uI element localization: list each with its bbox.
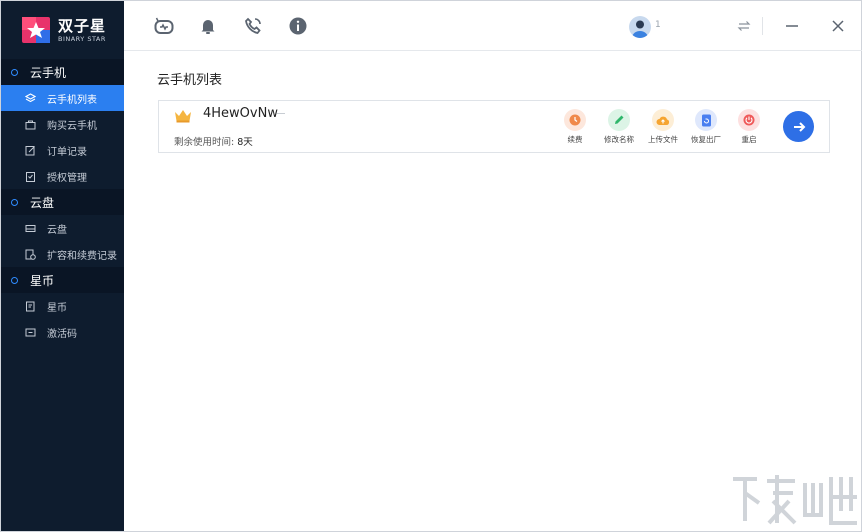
reboot-button[interactable]: 重启 bbox=[727, 109, 771, 145]
reboot-label: 重启 bbox=[741, 135, 757, 144]
bell-icon[interactable] bbox=[197, 15, 219, 37]
device-name: 4HewOvNw bbox=[203, 106, 278, 121]
clipboard-icon bbox=[25, 171, 36, 182]
factory-reset-button[interactable]: 恢复出厂 bbox=[684, 109, 728, 145]
coin-doc-icon bbox=[25, 301, 36, 312]
remaining-time-label: 剩余使用时间: bbox=[174, 137, 235, 148]
factory-reset-label: 恢复出厂 bbox=[691, 135, 721, 144]
page-title: 云手机列表 bbox=[157, 73, 223, 88]
sidebar-item-expansion-records[interactable]: 扩容和续费记录 bbox=[1, 241, 124, 267]
cloud-upload-icon bbox=[652, 109, 674, 131]
power-icon bbox=[738, 109, 760, 131]
close-button[interactable] bbox=[827, 15, 849, 37]
bag-icon bbox=[25, 119, 36, 130]
main-content: 云手机列表 4HewOvNw 剩余使用时间: 8天 续费 修改名称 上传文件 恢… bbox=[124, 52, 862, 531]
app-logo: 双子星 BINARY STAR bbox=[1, 1, 124, 59]
section-star-coin[interactable]: 星币 bbox=[1, 267, 124, 293]
edit-icon bbox=[25, 145, 36, 156]
section-dot-icon bbox=[11, 68, 18, 76]
sidebar-item-label: 星币 bbox=[47, 302, 67, 314]
rename-button[interactable]: 修改名称 bbox=[597, 109, 641, 145]
toolbar-divider bbox=[762, 17, 763, 35]
crown-icon bbox=[174, 109, 192, 126]
device-name-edit-mark bbox=[277, 113, 285, 114]
user-badge: 1 bbox=[655, 20, 661, 30]
section-label: 云手机 bbox=[30, 65, 67, 80]
user-avatar[interactable] bbox=[629, 16, 651, 38]
sidebar-item-buy-cloud-phone[interactable]: 购买云手机 bbox=[1, 111, 124, 137]
drive-icon bbox=[25, 223, 36, 234]
remaining-time: 剩余使用时间: 8天 bbox=[174, 134, 253, 148]
section-cloud-disk[interactable]: 云盘 bbox=[1, 189, 124, 215]
sidebar-item-order-records[interactable]: 订单记录 bbox=[1, 137, 124, 163]
renew-icon bbox=[564, 109, 586, 131]
sidebar-item-cloud-phone-list[interactable]: 云手机列表 bbox=[1, 85, 124, 111]
section-label: 云盘 bbox=[30, 195, 55, 210]
sidebar-item-cloud-disk[interactable]: 云盘 bbox=[1, 215, 124, 241]
section-dot-icon bbox=[11, 276, 18, 284]
rename-label: 修改名称 bbox=[604, 135, 634, 144]
record-icon bbox=[25, 249, 36, 260]
sidebar-item-label: 订单记录 bbox=[47, 146, 87, 158]
pencil-icon bbox=[608, 109, 630, 131]
top-toolbar: 1 bbox=[124, 1, 862, 51]
sidebar-item-star-coin[interactable]: 星币 bbox=[1, 293, 124, 319]
sidebar-item-label: 扩容和续费记录 bbox=[47, 250, 117, 262]
robot-icon[interactable] bbox=[153, 15, 175, 37]
device-card: 4HewOvNw 剩余使用时间: 8天 续费 修改名称 上传文件 恢复出厂 重启 bbox=[158, 100, 830, 153]
switch-icon[interactable] bbox=[733, 15, 755, 37]
layers-icon bbox=[25, 92, 36, 104]
sidebar: 双子星 BINARY STAR 云手机 云手机列表 购买云手机 订单记录 授权管… bbox=[1, 1, 124, 531]
sidebar-item-label: 云手机列表 bbox=[47, 94, 97, 106]
sidebar-item-label: 购买云手机 bbox=[47, 120, 97, 132]
sidebar-item-activation-code[interactable]: 激活码 bbox=[1, 319, 124, 345]
section-cloud-phone[interactable]: 云手机 bbox=[1, 59, 124, 85]
factory-reset-icon bbox=[695, 109, 717, 131]
info-icon[interactable] bbox=[287, 15, 309, 37]
arrow-right-icon bbox=[792, 120, 806, 134]
section-label: 星币 bbox=[30, 273, 55, 288]
sidebar-item-authorization[interactable]: 授权管理 bbox=[1, 163, 124, 189]
minimize-button[interactable] bbox=[781, 15, 803, 37]
app-name: 双子星 bbox=[58, 16, 107, 35]
renew-button[interactable]: 续费 bbox=[553, 109, 597, 145]
sidebar-item-label: 授权管理 bbox=[47, 172, 87, 184]
sidebar-item-label: 云盘 bbox=[47, 224, 67, 236]
remaining-time-value: 8天 bbox=[237, 137, 253, 148]
upload-file-button[interactable]: 上传文件 bbox=[641, 109, 685, 145]
app-window: 双子星 BINARY STAR 云手机 云手机列表 购买云手机 订单记录 授权管… bbox=[0, 0, 862, 532]
binary-star-logo-icon bbox=[21, 16, 51, 44]
watermark-logo bbox=[729, 471, 861, 531]
phone-call-icon[interactable] bbox=[242, 15, 264, 37]
renew-label: 续费 bbox=[567, 135, 583, 144]
upload-file-label: 上传文件 bbox=[648, 135, 678, 144]
code-icon bbox=[25, 327, 36, 338]
enter-device-button[interactable] bbox=[783, 111, 814, 142]
app-name-en: BINARY STAR bbox=[58, 34, 106, 43]
sidebar-item-label: 激活码 bbox=[47, 328, 77, 340]
section-dot-icon bbox=[11, 198, 18, 206]
